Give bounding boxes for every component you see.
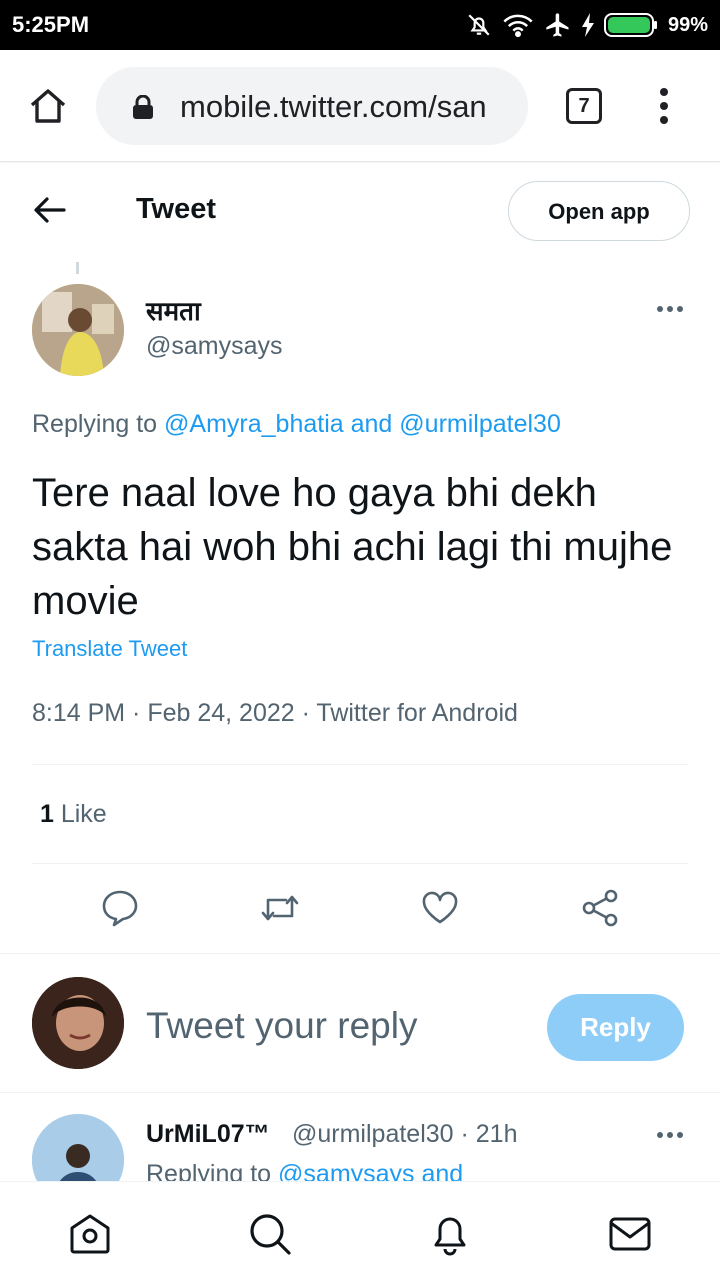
avatar[interactable] [32, 284, 124, 376]
bottom-nav [0, 1181, 720, 1280]
translate-tweet-link[interactable]: Translate Tweet [32, 636, 187, 662]
tweet-header: Tweet Open app [0, 163, 720, 258]
browser-toolbar: mobile.twitter.com/san 7 [0, 50, 720, 162]
reply-input[interactable] [146, 1005, 526, 1047]
battery-icon [603, 13, 657, 37]
reply-icon[interactable] [100, 888, 140, 928]
tabs-button[interactable]: 7 [566, 88, 602, 124]
address-bar[interactable]: mobile.twitter.com/san [96, 67, 528, 145]
status-time: 5:25PM [12, 12, 90, 37]
reply-display-name[interactable]: UrMiL07™ [146, 1120, 270, 1149]
likes-count[interactable]: 1 Like [40, 800, 107, 829]
display-name[interactable]: समता [146, 292, 201, 328]
notifications-icon[interactable] [428, 1212, 472, 1256]
mention-link-1[interactable]: @Amyra_bhatia [164, 410, 344, 438]
share-icon[interactable] [580, 888, 620, 928]
wifi-icon [503, 14, 533, 38]
more-horizontal-icon[interactable] [656, 1131, 684, 1139]
like-label: Like [53, 800, 107, 828]
more-vert-icon[interactable] [652, 86, 676, 126]
user-handle[interactable]: @samysays [146, 332, 283, 361]
home-icon[interactable] [68, 1212, 112, 1256]
reply-button[interactable]: Reply [547, 994, 684, 1061]
like-count-value: 1 [40, 800, 54, 828]
replying-prefix: Replying to [32, 410, 165, 438]
mention-link-2[interactable]: @urmilpatel30 [399, 410, 561, 438]
retweet-icon[interactable] [260, 888, 300, 928]
replying-and[interactable]: and [344, 410, 400, 438]
bell-off-icon [468, 14, 490, 36]
avatar-photo [32, 977, 124, 1069]
tweet-text: Tere naal love ho gaya bhi dekh sakta ha… [32, 471, 673, 623]
reply-handle-time[interactable]: @urmilpatel30 · 21h [292, 1120, 518, 1149]
status-icons: 99% [466, 8, 708, 42]
replying-to: Replying to @Amyra_bhatia and @urmilpate… [32, 410, 561, 439]
divider [0, 953, 720, 954]
open-app-button[interactable]: Open app [508, 181, 690, 241]
more-horizontal-icon[interactable] [656, 305, 684, 313]
divider [32, 764, 688, 765]
divider [0, 1092, 720, 1093]
airplane-icon [546, 13, 569, 37]
divider [32, 863, 688, 864]
search-icon[interactable] [248, 1212, 292, 1256]
tweet-timestamp[interactable]: 8:14 PM · Feb 24, 2022 · Twitter for And… [32, 699, 518, 728]
my-avatar[interactable] [32, 977, 124, 1069]
avatar-photo [32, 284, 124, 376]
messages-icon[interactable] [608, 1212, 652, 1256]
url-text[interactable]: mobile.twitter.com/san [180, 89, 508, 125]
status-bar: 5:25PM 99% [0, 0, 720, 50]
thread-connector [76, 262, 79, 274]
battery-percent: 99% [667, 13, 708, 36]
lock-icon [133, 95, 153, 119]
back-arrow-icon[interactable] [32, 195, 68, 225]
page-title: Tweet [136, 193, 217, 225]
home-icon[interactable] [28, 86, 68, 126]
charging-icon [581, 13, 594, 37]
like-heart-icon[interactable] [420, 888, 460, 928]
